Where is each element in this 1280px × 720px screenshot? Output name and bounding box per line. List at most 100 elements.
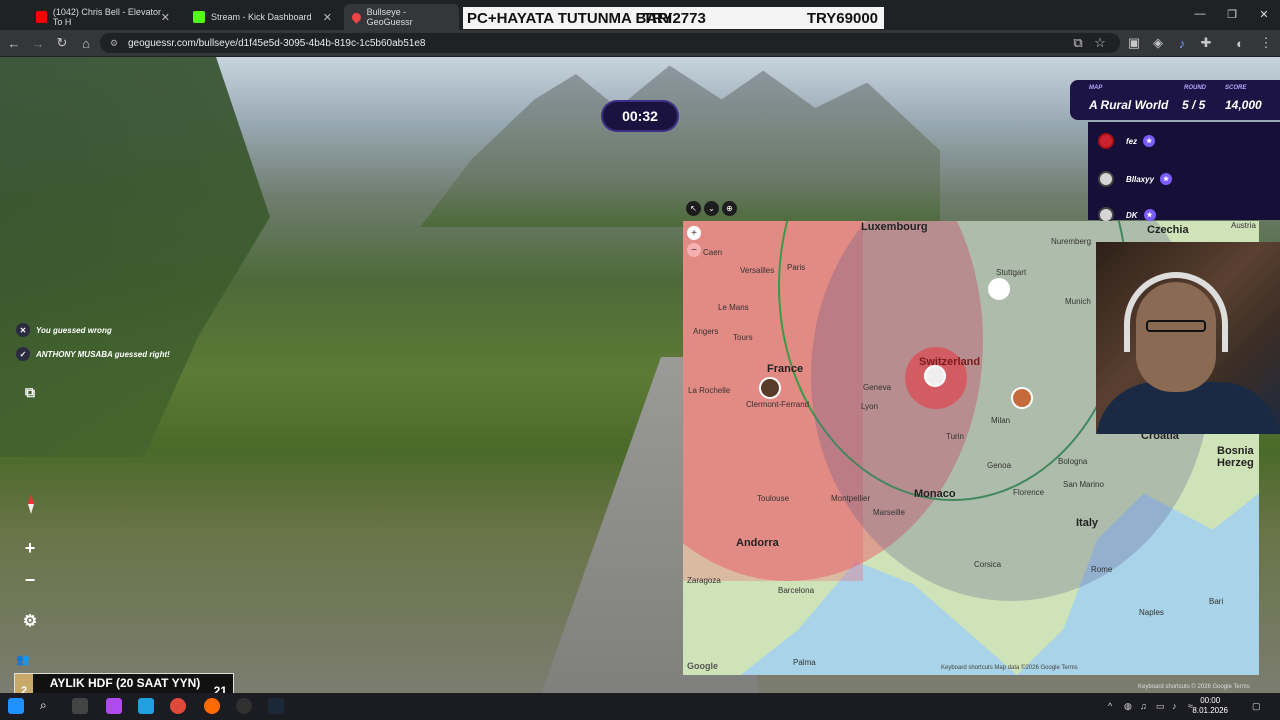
map-zoom-out-button[interactable]: −: [687, 243, 701, 257]
round-timer: 00:32: [603, 102, 677, 130]
browser-toolbar: ← → ↻ ⌂ ⚙ geoguessr.com/bullseye/d1f45e5…: [0, 30, 1280, 56]
map-label: Paris: [787, 263, 806, 272]
map-label: Genoa: [987, 461, 1012, 470]
donation-banner: PC+HAYATA TUTUNMA BARI TRY2773 TRY69000: [463, 7, 884, 29]
streamer-webcam: [1096, 242, 1280, 434]
compass-icon[interactable]: [20, 493, 42, 515]
player-pin[interactable]: [1011, 387, 1033, 409]
map-collapse-icon[interactable]: ⌄: [704, 201, 719, 216]
map-label: Italy: [1076, 517, 1099, 529]
share-icon[interactable]: ⧉: [16, 378, 44, 406]
map-label: Rome: [1091, 565, 1113, 574]
player-pin[interactable]: [924, 365, 946, 387]
clock-date: 8.01.2026: [1192, 706, 1228, 715]
tab-youtube[interactable]: (1042) Chris Bell - Elevator To H ✕: [28, 4, 178, 30]
map-label: Versailles: [740, 266, 775, 275]
party-players-button[interactable]: 👥: [16, 645, 76, 673]
map-zoom-in-button[interactable]: +: [687, 226, 701, 240]
home-icon[interactable]: ⌂: [78, 35, 94, 51]
back-icon[interactable]: ←: [6, 35, 22, 51]
zoom-in-button[interactable]: +: [16, 534, 44, 562]
map-label: Zaragoza: [687, 576, 721, 585]
minimize-icon[interactable]: —: [1184, 0, 1216, 28]
search-icon[interactable]: ⌕: [40, 698, 56, 714]
map-label: Palma: [793, 658, 816, 667]
map-tools: ↖ ⌄ ⊕: [686, 201, 737, 217]
map-label: Nuremberg: [1051, 237, 1092, 246]
map-label: Munich: [1065, 297, 1091, 306]
map-label: Lyon: [861, 402, 879, 411]
app-icon[interactable]: [106, 698, 122, 714]
task-view-icon[interactable]: [72, 698, 88, 714]
tab-title: Bullseye - GeoGuessr: [366, 7, 413, 27]
microphone-icon[interactable]: ♫: [1140, 701, 1147, 711]
audio-icon[interactable]: ♪: [1174, 35, 1190, 51]
map-attribution[interactable]: Keyboard shortcuts Map data ©2026 Google…: [941, 665, 1078, 671]
steam-icon[interactable]: [268, 698, 284, 714]
zoom-out-button[interactable]: −: [16, 566, 44, 594]
map-label: San Marino: [1063, 480, 1104, 489]
map-label: Florence: [1013, 488, 1045, 497]
extensions-puzzle-icon[interactable]: ✚: [1198, 35, 1214, 51]
tray-icon[interactable]: ◍: [1124, 701, 1132, 712]
settings-gear-icon[interactable]: ⚙: [16, 607, 44, 635]
tab-geoguessr[interactable]: Bullseye - GeoGuessr: [344, 4, 459, 30]
clock-time: 00:00: [1200, 696, 1221, 705]
close-icon[interactable]: ✕: [323, 11, 332, 24]
player-pin[interactable]: [759, 377, 781, 399]
tray-chevron-icon[interactable]: ^: [1108, 701, 1112, 711]
firefox-icon[interactable]: [204, 698, 220, 714]
map-label: Marseille: [873, 508, 906, 517]
map-label: Austria: [1231, 221, 1256, 230]
close-icon[interactable]: ✕: [161, 11, 170, 24]
youtube-icon: [36, 11, 47, 23]
close-window-icon[interactable]: ✕: [1248, 0, 1280, 28]
map-label: Luxembourg: [861, 221, 928, 233]
player-row: fez ★: [1098, 133, 1156, 149]
map-label: Corsica: [974, 560, 1002, 569]
menu-icon[interactable]: ⋮: [1258, 35, 1274, 51]
banner-target: TRY69000: [806, 9, 878, 27]
map-value: A Rural World: [1089, 98, 1169, 112]
notification-icon[interactable]: ▢: [1252, 701, 1261, 712]
map-shrink-icon[interactable]: ↖: [686, 201, 701, 216]
map-label: Naples: [1139, 608, 1164, 617]
close-icon: ✕: [16, 323, 30, 337]
forward-icon[interactable]: →: [30, 35, 46, 51]
bookmark-star-icon[interactable]: ☆: [1092, 35, 1108, 51]
player-pin[interactable]: [988, 278, 1010, 300]
clock[interactable]: 00:00 8.01.2026: [1192, 696, 1228, 716]
map-label: Czechia: [1147, 224, 1189, 236]
obs-icon[interactable]: [236, 698, 252, 714]
shield-icon[interactable]: ◈: [1150, 35, 1166, 51]
group-icon: 👥: [16, 653, 30, 666]
url-text: geoguessr.com/bullseye/d1f45e5d-3095-4b4…: [128, 37, 426, 49]
site-info-icon[interactable]: ⚙: [110, 38, 118, 49]
feed-item: ✕ You guessed wrong: [16, 323, 112, 337]
goal-text: AYLIK HDF (20 SAAT YYN): [49, 676, 201, 690]
player-name: DK: [1126, 210, 1138, 220]
forest-left: [0, 57, 270, 457]
restore-icon[interactable]: ❐: [1216, 0, 1248, 28]
volume-icon[interactable]: ♪: [1172, 701, 1177, 711]
tab-kick[interactable]: Stream - Kick Dashboard ✕: [185, 4, 340, 30]
profile-icon[interactable]: ◐: [1232, 35, 1248, 51]
chrome-icon[interactable]: [170, 698, 186, 714]
feed-text: You guessed wrong: [36, 325, 112, 335]
map-label: Turin: [946, 432, 964, 441]
reload-icon[interactable]: ↻: [54, 35, 70, 51]
banner-current: TRY2773: [643, 9, 706, 27]
map-pin-icon[interactable]: ⊕: [722, 201, 737, 216]
taskbar: ⌕ ^ ◍ ♫ ▭ ♪ ≈ 00:00 8.01.2026 ▢: [0, 693, 1280, 720]
app-icon[interactable]: [138, 698, 154, 714]
round-value: 5 / 5: [1182, 98, 1206, 112]
address-bar[interactable]: ⚙ geoguessr.com/bullseye/d1f45e5d-3095-4…: [100, 33, 1120, 53]
install-icon[interactable]: ⧉: [1070, 35, 1086, 51]
avatar: [1098, 133, 1114, 149]
extension-icon[interactable]: ▣: [1126, 35, 1142, 51]
map-label: Montpellier: [831, 494, 871, 503]
map-label: Barcelona: [778, 586, 815, 595]
battery-icon[interactable]: ▭: [1156, 701, 1165, 712]
map-label: Le Mans: [718, 303, 749, 312]
start-icon[interactable]: [8, 698, 24, 714]
